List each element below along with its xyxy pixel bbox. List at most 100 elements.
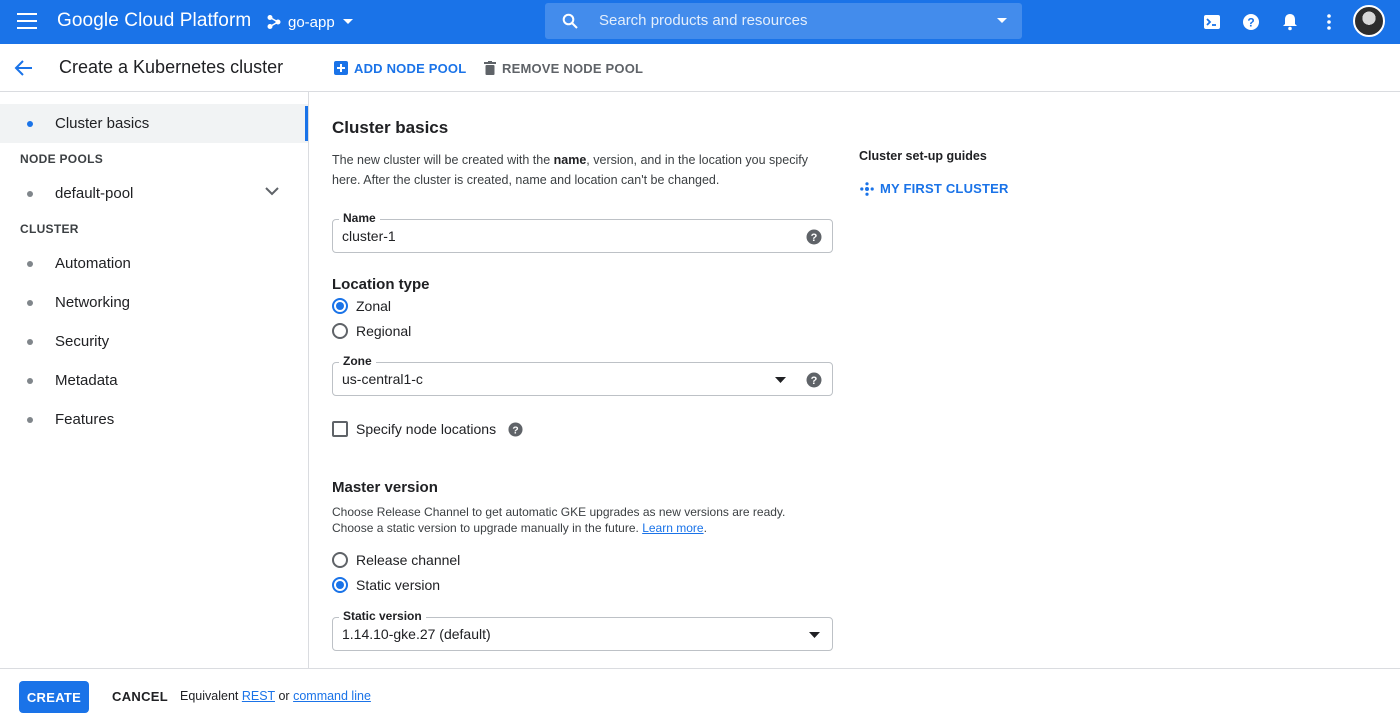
top-app-bar: Google Cloud Platform go-app Search prod… <box>0 0 1400 44</box>
project-selector[interactable]: go-app <box>266 10 353 34</box>
search-input[interactable]: Search products and resources <box>545 3 1022 39</box>
sidebar-nav: Cluster basics NODE POOLS default-pool C… <box>0 92 309 668</box>
add-node-pool-label: ADD NODE POOL <box>354 60 467 76</box>
nav-dot <box>27 121 33 127</box>
radio-unselected-icon <box>332 552 348 568</box>
chevron-down-icon <box>342 19 353 24</box>
radio-zonal[interactable]: Zonal <box>332 296 391 316</box>
sidebar-item-cluster-basics[interactable]: Cluster basics <box>0 104 308 143</box>
learn-more-link[interactable]: Learn more <box>642 521 703 535</box>
search-placeholder: Search products and resources <box>599 12 808 29</box>
dropdown-arrow-icon <box>775 377 786 383</box>
avatar[interactable] <box>1353 5 1385 37</box>
desc-text-pre: The new cluster will be created with the <box>332 153 554 167</box>
help-icon[interactable]: ? <box>806 372 822 388</box>
my-first-cluster-link[interactable]: MY FIRST CLUSTER <box>860 181 1009 196</box>
svg-text:?: ? <box>811 375 818 387</box>
project-hierarchy-icon <box>267 15 281 29</box>
checkbox-label: Specify node locations <box>356 421 497 437</box>
create-button[interactable]: CREATE <box>19 681 89 713</box>
master-version-title: Master version <box>332 479 438 496</box>
zone-field-label: Zone <box>339 354 376 368</box>
radio-unselected-icon <box>332 323 348 339</box>
sidebar-item-security[interactable]: Security <box>0 322 308 361</box>
more-vert-icon[interactable] <box>1319 12 1339 32</box>
nav-dot <box>27 191 33 197</box>
static-version-select[interactable]: Static version 1.14.10-gke.27 (default) <box>332 609 833 651</box>
guides-title: Cluster set-up guides <box>859 149 987 163</box>
sidebar-item-networking[interactable]: Networking <box>0 283 308 322</box>
remove-node-pool-button[interactable]: REMOVE NODE POOL <box>484 58 643 78</box>
sidebar-item-default-pool[interactable]: default-pool <box>0 174 308 213</box>
radio-selected-icon <box>332 577 348 593</box>
nav-dot <box>27 339 33 345</box>
remove-node-pool-label: REMOVE NODE POOL <box>502 60 644 76</box>
static-version-field-value: 1.14.10-gke.27 (default) <box>342 626 491 642</box>
sidebar-item-label: Networking <box>55 294 131 311</box>
page-header: Create a Kubernetes cluster ADD NODE POO… <box>0 44 1400 92</box>
section-title: Cluster basics <box>332 118 449 137</box>
radio-release-channel-label: Release channel <box>356 552 461 568</box>
zone-field-value: us-central1-c <box>342 371 423 387</box>
project-name: go-app <box>288 13 335 31</box>
or-label: or <box>278 689 290 703</box>
chevron-down-icon[interactable] <box>264 186 280 196</box>
rest-link[interactable]: REST <box>242 689 275 703</box>
sidebar-item-automation[interactable]: Automation <box>0 244 308 283</box>
help-icon[interactable]: ? <box>806 229 822 245</box>
help-icon[interactable]: ? <box>508 421 523 437</box>
search-icon <box>562 13 578 29</box>
command-line-link[interactable]: command line <box>293 689 371 703</box>
svg-text:?: ? <box>811 232 818 244</box>
equivalent-text: Equivalent REST or command line <box>180 689 371 703</box>
section-description: The new cluster will be created with the… <box>332 150 822 190</box>
cancel-button[interactable]: CANCEL <box>112 689 168 704</box>
master-desc-text: Choose Release Channel to get automatic … <box>332 505 786 535</box>
cloud-shell-icon[interactable] <box>1202 12 1222 32</box>
cluster-basics-form: Cluster basics The new cluster will be c… <box>332 92 852 668</box>
brand-title[interactable]: Google Cloud Platform <box>57 10 251 32</box>
desc-text-name: name <box>553 153 587 167</box>
guide-link-label: MY FIRST CLUSTER <box>880 181 1009 196</box>
radio-selected-icon <box>332 298 348 314</box>
kubernetes-guide-icon <box>860 181 874 196</box>
notifications-bell-icon[interactable] <box>1280 12 1300 32</box>
sidebar-item-features[interactable]: Features <box>0 400 308 439</box>
add-node-pool-button[interactable]: ADD NODE POOL <box>334 58 466 78</box>
svg-text:?: ? <box>512 425 518 436</box>
equivalent-label: Equivalent <box>180 689 239 703</box>
help-icon[interactable]: ? <box>1241 12 1261 32</box>
nav-dot <box>27 378 33 384</box>
zone-select[interactable]: Zone us-central1-c ? <box>332 354 833 396</box>
action-bar: CREATE CANCEL Equivalent REST or command… <box>0 668 1400 720</box>
radio-zonal-label: Zonal <box>356 298 392 314</box>
location-type-title: Location type <box>332 276 430 293</box>
menu-icon[interactable] <box>17 13 37 29</box>
radio-release-channel[interactable]: Release channel <box>332 550 460 570</box>
radio-regional[interactable]: Regional <box>332 321 411 341</box>
sidebar-item-label: Cluster basics <box>55 115 150 132</box>
sidebar-item-label: Automation <box>55 255 131 272</box>
master-version-description: Choose Release Channel to get automatic … <box>332 505 786 535</box>
sidebar-item-label: Security <box>55 333 110 350</box>
node-pools-section-label: NODE POOLS <box>20 152 104 166</box>
add-box-icon <box>334 61 348 75</box>
sidebar-item-label: default-pool <box>55 185 134 202</box>
nav-dot <box>27 300 33 306</box>
specify-node-locations-checkbox[interactable]: Specify node locations ? <box>332 419 523 439</box>
radio-static-version-label: Static version <box>356 577 441 593</box>
static-version-field-label: Static version <box>339 609 426 623</box>
sidebar-item-metadata[interactable]: Metadata <box>0 361 308 400</box>
svg-text:?: ? <box>1247 16 1254 30</box>
name-field-label: Name <box>339 211 380 225</box>
page-title: Create a Kubernetes cluster <box>59 57 284 77</box>
back-arrow-icon[interactable] <box>12 56 36 80</box>
radio-static-version[interactable]: Static version <box>332 575 440 595</box>
cluster-section-label: CLUSTER <box>20 222 79 236</box>
search-dropdown-icon[interactable] <box>997 18 1007 24</box>
sidebar-item-label: Metadata <box>55 372 118 389</box>
nav-dot <box>27 417 33 423</box>
dropdown-arrow-icon <box>809 632 820 638</box>
name-field[interactable]: Name cluster-1 ? <box>332 211 833 253</box>
sidebar-item-label: Features <box>55 411 115 428</box>
